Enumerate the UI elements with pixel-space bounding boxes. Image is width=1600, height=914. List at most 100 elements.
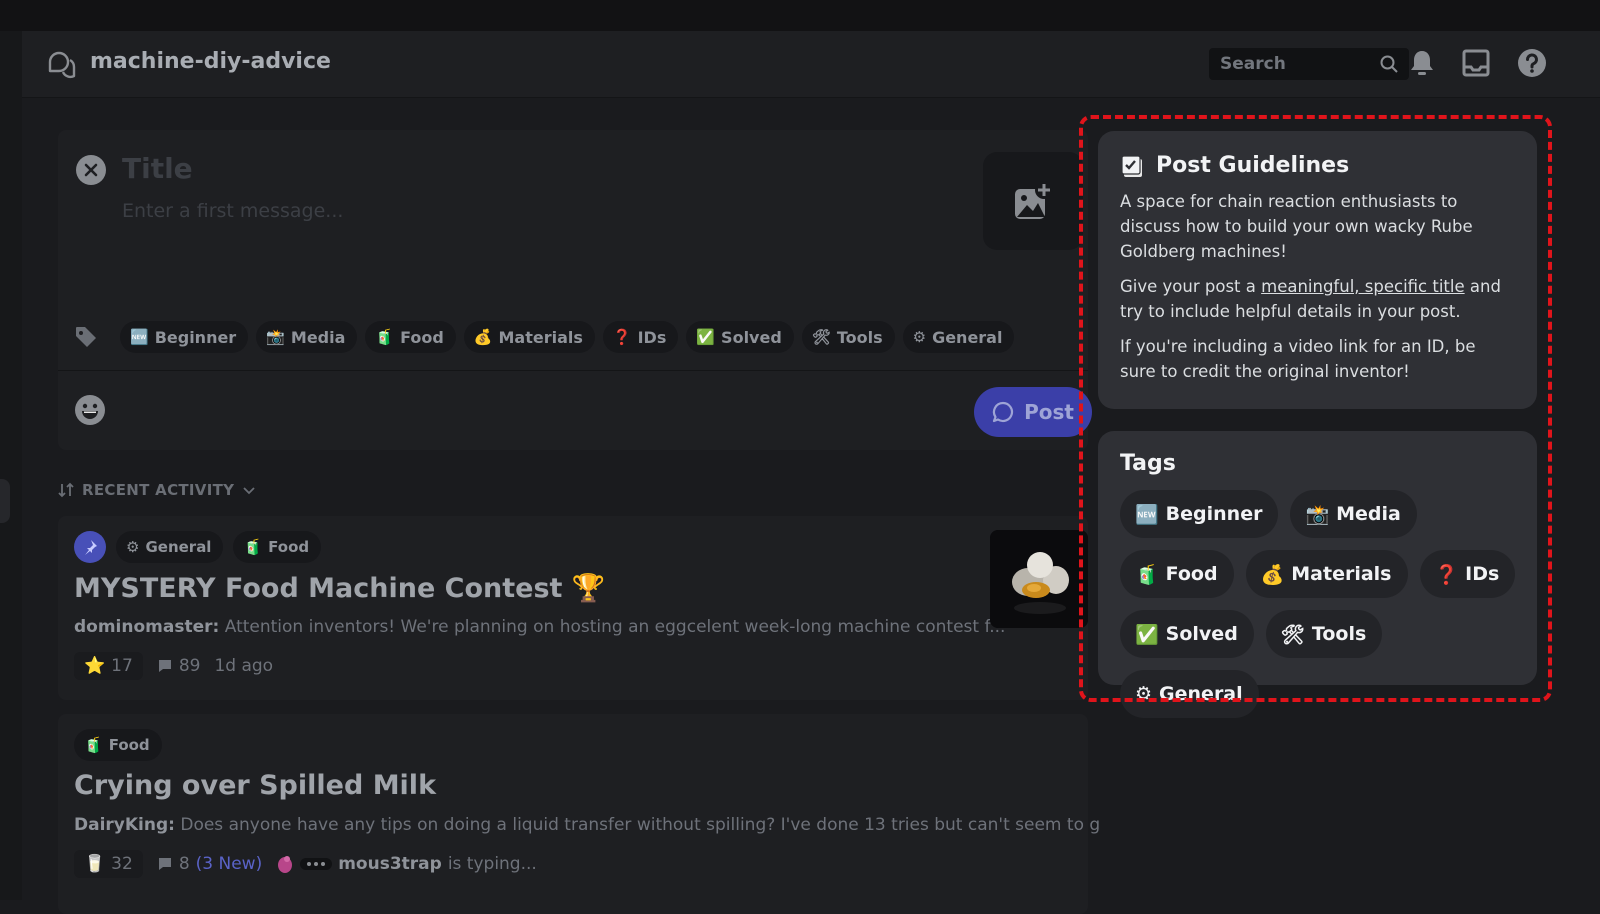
forum-info-sidebar: Post Guidelines A space for chain reacti… — [1079, 98, 1600, 900]
guidelines-paragraph: A space for chain reaction enthusiasts t… — [1120, 192, 1473, 261]
bell-icon[interactable] — [1406, 47, 1438, 79]
camera-flash-icon: 📸 — [266, 328, 285, 346]
post-tag-food[interactable]: 🧃 Food — [74, 729, 162, 761]
hammer-wrench-icon: 🛠 — [1280, 623, 1305, 646]
typing-user-avatar — [278, 856, 293, 873]
juice-box-icon: 🧃 — [1135, 563, 1159, 586]
post-title[interactable]: Crying over Spilled Milk — [74, 770, 436, 801]
money-bag-icon: 💰 — [1260, 563, 1285, 586]
post-tag-general[interactable]: ⚙ General — [116, 531, 224, 563]
tag-label: Food — [400, 327, 444, 347]
composer-tag-materials[interactable]: 💰 Materials — [463, 321, 595, 353]
question-mark-icon: ❓ — [612, 328, 632, 346]
post-author: DairyKing: — [74, 815, 175, 835]
composer-tag-solved[interactable]: ✅ Solved — [686, 321, 794, 353]
tag-label: Food — [108, 736, 150, 754]
reaction-button[interactable]: ⭐ 17 — [74, 652, 143, 680]
tag-label: Beginner — [154, 327, 237, 347]
post-title[interactable]: MYSTERY Food Machine Contest 🏆 — [74, 572, 605, 604]
composer-tag-row: 🆕 Beginner 📸 Media 🧃 Food 💰 Materials ❓ IDs ✅… — [74, 320, 1015, 354]
camera-flash-icon: 📸 — [1305, 503, 1330, 526]
gear-icon: ⚙ — [126, 538, 140, 556]
sidebar-tag-ids[interactable]: ❓ IDs — [1419, 550, 1516, 598]
reaction-button[interactable]: 🥛 32 — [74, 850, 143, 878]
add-image-button[interactable] — [983, 152, 1083, 250]
forum-main: 🆕 Beginner 📸 Media 🧃 Food 💰 Materials ❓ IDs ✅… — [22, 98, 1134, 914]
search-input[interactable] — [1209, 48, 1379, 80]
guidelines-checklist-icon — [1121, 154, 1142, 177]
composer-tag-beginner[interactable]: 🆕 Beginner — [120, 321, 249, 353]
close-composer-button[interactable] — [76, 155, 106, 185]
check-mark-icon: ✅ — [1135, 623, 1159, 646]
tag-label: Tools — [836, 327, 883, 347]
guidelines-title: Post Guidelines — [1120, 153, 1515, 178]
post-timestamp: 1d ago — [214, 656, 274, 676]
typing-text: is typing... — [447, 854, 537, 874]
typing-dots-icon — [300, 858, 333, 870]
post-tags: ⚙ General 🧃 Food — [74, 531, 322, 563]
post-button-label: Post — [1024, 400, 1074, 424]
sidebar-tag-media[interactable]: 📸 Media — [1290, 490, 1417, 538]
star-icon: ⭐ — [84, 656, 106, 676]
tag-label: Media — [290, 327, 346, 347]
tags-grid: 🆕 Beginner 📸 Media 🧃 Food 💰 Materials ❓ IDs ✅… — [1120, 490, 1520, 718]
forum-channel-icon — [48, 51, 76, 79]
guidelines-text: Give your post a — [1120, 277, 1262, 296]
reply-count: 8 — [178, 854, 190, 874]
tag-label: IDs — [1465, 563, 1500, 585]
post-thumbnail[interactable] — [990, 530, 1088, 628]
tag-label: Media — [1336, 503, 1401, 525]
guidelines-paragraph: If you're including a video link for an … — [1120, 337, 1476, 381]
post-author: dominomaster: — [74, 617, 220, 637]
sidebar-tag-materials[interactable]: 💰 Materials — [1245, 550, 1408, 598]
egg-photo — [990, 530, 1088, 628]
left-rail-handle[interactable] — [0, 479, 10, 523]
reply-count-item: 89 — [157, 656, 200, 676]
first-message-input[interactable] — [122, 196, 822, 226]
sidebar-tag-general[interactable]: ⚙ General — [1120, 670, 1259, 718]
trophy-icon: 🏆 — [571, 573, 606, 604]
juice-box-icon: 🧃 — [243, 538, 263, 556]
composer-tag-ids[interactable]: ❓ IDs — [602, 321, 679, 353]
tags-title: Tags — [1120, 451, 1176, 476]
hammer-wrench-icon: 🛠 — [811, 328, 831, 346]
tag-label: General — [932, 327, 1003, 347]
post-title-input[interactable] — [122, 150, 822, 186]
sort-icon — [58, 482, 74, 498]
tags-panel: Tags 🆕 Beginner 📸 Media 🧃 Food 💰 Materials ❓… — [1098, 431, 1537, 718]
guidelines-link[interactable]: meaningful, specific title — [1261, 277, 1465, 296]
search-icon[interactable] — [1379, 54, 1399, 74]
typing-indicator: mous3trap is typing... — [276, 854, 537, 874]
sidebar-tag-tools[interactable]: 🛠 Tools — [1265, 610, 1383, 658]
message-icon — [158, 660, 171, 672]
composer-divider — [58, 370, 1088, 371]
composer-tag-general[interactable]: ⚙ General — [902, 321, 1015, 353]
sidebar-tag-beginner[interactable]: 🆕 Beginner — [1120, 490, 1279, 538]
inbox-icon[interactable] — [1460, 47, 1492, 79]
post-button[interactable]: Post — [974, 387, 1092, 437]
question-mark-icon: ❓ — [1434, 563, 1459, 586]
typing-username: mous3trap — [338, 854, 442, 874]
post-guidelines-panel: Post Guidelines A space for chain reacti… — [1098, 131, 1537, 409]
sidebar-tag-solved[interactable]: ✅ Solved — [1120, 610, 1254, 658]
post-card[interactable]: ⚙ General 🧃 Food MYSTERY Food Machine Cont… — [58, 516, 1088, 700]
composer-tag-food[interactable]: 🧃 Food — [365, 321, 456, 353]
sort-dropdown[interactable]: RECENT ACTIVITY — [58, 481, 256, 499]
tag-label: Tools — [1311, 623, 1367, 645]
search-box[interactable] — [1209, 48, 1409, 80]
sidebar-tag-food[interactable]: 🧃 Food — [1120, 550, 1234, 598]
sort-label: RECENT ACTIVITY — [82, 481, 235, 499]
reply-count-item: 8 (3 New) — [157, 854, 262, 874]
post-card[interactable]: 🧃 Food Crying over Spilled Milk DairyKing… — [58, 714, 1134, 914]
channel-header: machine-diy-advice — [22, 31, 1600, 98]
emoji-picker-button[interactable] — [74, 394, 106, 426]
juice-box-icon: 🧃 — [84, 736, 103, 754]
new-replies-count: (3 New) — [195, 854, 263, 874]
help-icon[interactable] — [1516, 47, 1548, 79]
juice-box-icon: 🧃 — [375, 328, 395, 346]
composer-tag-media[interactable]: 📸 Media — [256, 321, 358, 353]
new-icon: 🆕 — [1135, 503, 1159, 526]
close-icon — [84, 163, 98, 177]
post-tag-food[interactable]: 🧃 Food — [233, 531, 322, 563]
composer-tag-tools[interactable]: 🛠 Tools — [801, 321, 895, 353]
